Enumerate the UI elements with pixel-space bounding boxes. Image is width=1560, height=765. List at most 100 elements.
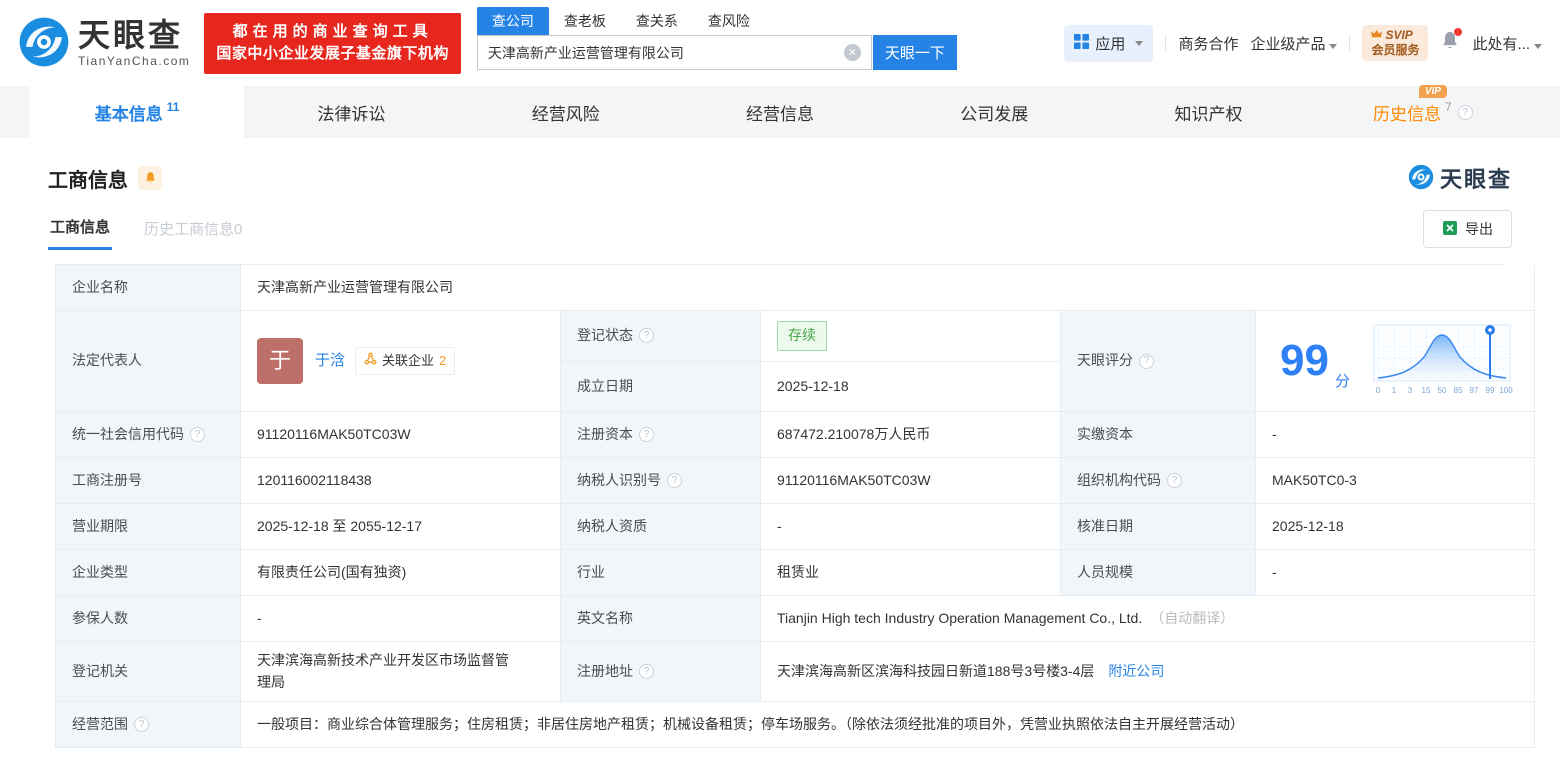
taxpayer-id-label: 纳税人识别号	[577, 471, 661, 488]
tianyancha-watermark: 天眼查	[1408, 162, 1512, 194]
search-button[interactable]: 天眼一下	[872, 35, 957, 70]
org-code-label: 组织机构代码	[1077, 471, 1161, 488]
tab-intellectual-property-label: 知识产权	[1174, 104, 1243, 124]
field-label-company-type: 企业类型	[56, 550, 241, 596]
field-value-credit-code: 91120116MAK50TC03W	[241, 412, 561, 458]
tab-basic-info-label: 基本信息	[94, 104, 163, 124]
field-label-registered-address: 注册地址	[561, 642, 761, 703]
search-tabs: 查公司 查老板 查关系 查风险	[476, 7, 957, 35]
help-icon[interactable]	[639, 664, 654, 680]
field-value-registration-number: 120116002118438	[241, 458, 561, 504]
tab-legal-litigation-label: 法律诉讼	[317, 104, 386, 124]
user-menu[interactable]: 此处有...	[1472, 33, 1542, 54]
svg-text:3: 3	[1408, 386, 1413, 395]
svg-text:0: 0	[1376, 386, 1381, 395]
clear-search-icon[interactable]	[843, 44, 861, 61]
field-value-staff-size: -	[1256, 550, 1535, 596]
field-value-insured-count: -	[241, 596, 561, 642]
promo-line1: 都在用的商业查询工具	[232, 22, 433, 40]
search-input[interactable]	[487, 44, 844, 61]
search-tab-relation[interactable]: 查关系	[621, 7, 693, 35]
field-label-approval-date: 核准日期	[1061, 504, 1256, 550]
tianyancha-logo-icon	[1408, 164, 1434, 193]
field-value-establishment-date: 2025-12-18	[761, 361, 1061, 412]
chevron-down-icon	[1534, 43, 1542, 49]
field-label-company-name: 企业名称	[56, 265, 241, 311]
section-title: 工商信息	[48, 169, 128, 192]
svip-service-label: 会员服务	[1371, 43, 1420, 57]
crown-icon	[1371, 28, 1383, 43]
tab-basic-info[interactable]: 基本信息 11	[30, 86, 245, 138]
promo-line2: 国家中小企业发展子基金旗下机构	[216, 45, 449, 62]
credit-code-label: 统一社会信用代码	[72, 425, 184, 442]
field-label-legal-representative: 法定代表人	[56, 311, 241, 412]
nearby-companies-link[interactable]: 附近公司	[1108, 661, 1164, 683]
section-head: 工商信息 天眼查	[48, 162, 1512, 194]
grid-icon	[1074, 33, 1090, 53]
business-cooperation-link[interactable]: 商务合作	[1178, 33, 1238, 54]
enterprise-products-link[interactable]: 企业级产品	[1250, 33, 1338, 54]
bell-icon	[145, 172, 155, 183]
field-label-english-name: 英文名称	[561, 596, 761, 642]
svg-text:85: 85	[1454, 386, 1463, 395]
tab-intellectual-property[interactable]: 知识产权	[1101, 86, 1315, 138]
field-value-registered-address: 天津滨海高新区滨海科技园日新道188号3号楼3-4层 附近公司	[761, 642, 1535, 703]
tab-operation-risk[interactable]: 经营风险	[459, 86, 673, 138]
field-value-taxpayer-id: 91120116MAK50TC03W	[761, 458, 1061, 504]
related-companies-count: 2	[439, 352, 447, 368]
field-value-tianyan-score: 99 分 0 1 3 15 50 85 97 99 100	[1256, 311, 1535, 412]
help-icon[interactable]	[1139, 353, 1154, 369]
tianyancha-logo-icon	[18, 16, 70, 71]
subtab-business-info[interactable]: 工商信息	[48, 208, 113, 250]
search-tab-risk[interactable]: 查风险	[693, 7, 765, 35]
promo-banner: 都在用的商业查询工具 国家中小企业发展子基金旗下机构	[204, 12, 461, 74]
tab-company-development-label: 公司发展	[960, 104, 1029, 124]
field-value-industry: 租赁业	[761, 550, 1061, 596]
related-companies-label: 关联企业	[382, 352, 435, 368]
help-icon[interactable]	[134, 717, 149, 733]
field-label-registration-authority: 登记机关	[56, 642, 241, 703]
help-icon[interactable]	[639, 427, 654, 442]
field-value-registration-status: 存续	[761, 311, 1061, 362]
tab-history-info[interactable]: 历史信息 VIP 7	[1316, 84, 1530, 138]
status-badge: 存续	[777, 321, 827, 351]
score-unit: 分	[1334, 372, 1350, 390]
tab-history-info-label: 历史信息	[1372, 104, 1441, 124]
divider	[1349, 35, 1351, 51]
legal-rep-avatar[interactable]: 于	[257, 338, 303, 384]
field-label-org-code: 组织机构代码	[1061, 458, 1256, 504]
auto-translate-note: （自动翻译）	[1150, 609, 1235, 626]
export-button[interactable]: 导出	[1423, 210, 1512, 248]
legal-rep-name-link[interactable]: 于浛	[315, 349, 345, 372]
notification-bell-button[interactable]	[1440, 28, 1463, 56]
registration-authority-text: 天津滨海高新技术产业开发区市场监督管理局	[257, 652, 509, 690]
score-distribution-chart: 0 1 3 15 50 85 97 99 100	[1373, 324, 1513, 395]
svg-text:99: 99	[1486, 386, 1495, 395]
field-value-company-type: 有限责任公司(国有独资)	[241, 550, 561, 596]
svip-label: SVIP	[1385, 28, 1413, 42]
registered-address-text: 天津滨海高新区滨海科技园日新道188号3号楼3-4层	[777, 662, 1095, 679]
notification-dot	[1454, 28, 1463, 36]
tab-legal-litigation[interactable]: 法律诉讼	[244, 86, 458, 138]
help-icon[interactable]	[1457, 104, 1473, 120]
monitor-bell-button[interactable]	[138, 166, 162, 190]
help-icon[interactable]	[190, 427, 205, 442]
field-value-org-code: MAK50TC0-3	[1256, 458, 1535, 504]
help-icon[interactable]	[639, 328, 654, 344]
field-label-tianyan-score: 天眼评分	[1061, 311, 1256, 412]
field-label-registration-status: 登记状态	[561, 311, 761, 362]
search-tab-company[interactable]: 查公司	[476, 7, 549, 35]
help-icon[interactable]	[667, 473, 682, 488]
related-companies-badge[interactable]: 关联企业 2	[355, 346, 456, 376]
help-icon[interactable]	[1167, 473, 1182, 488]
tab-company-development[interactable]: 公司发展	[887, 86, 1101, 138]
apps-menu-button[interactable]: 应用	[1064, 24, 1154, 62]
search-tab-boss[interactable]: 查老板	[549, 7, 621, 35]
watermark-brand: 天眼查	[1439, 167, 1512, 192]
tab-operation-info[interactable]: 经营信息	[673, 86, 887, 138]
field-value-taxpayer-quality: -	[761, 504, 1061, 550]
tianyancha-logo[interactable]: 天眼查 TianYanCha.com	[18, 16, 190, 71]
registered-capital-label: 注册资本	[577, 425, 633, 442]
svip-member-button[interactable]: SVIP 会员服务	[1362, 25, 1429, 61]
subtab-history-business-info[interactable]: 历史工商信息0	[142, 210, 244, 249]
